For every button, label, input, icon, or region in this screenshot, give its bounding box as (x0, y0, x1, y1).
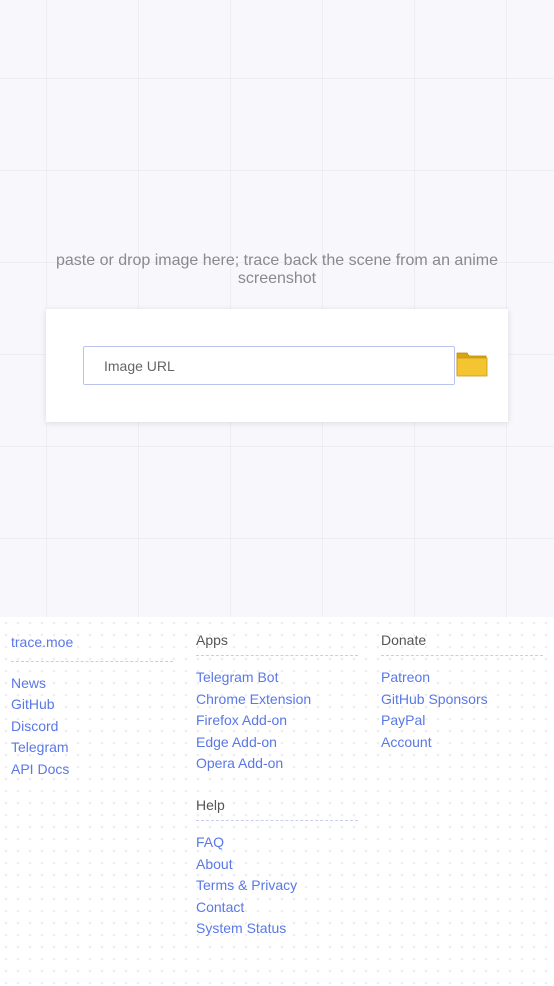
footer-link-api-docs[interactable]: API Docs (11, 759, 173, 781)
search-card (46, 309, 508, 422)
footer-link-firefox-addon[interactable]: Firefox Add-on (196, 710, 358, 732)
footer-column-donate: Donate Patreon GitHub Sponsors PayPal Ac… (381, 632, 543, 753)
footer-link-telegram-bot[interactable]: Telegram Bot (196, 667, 358, 689)
site-footer: trace.moe News GitHub Discord Telegram A… (0, 617, 554, 986)
footer-link-opera-addon[interactable]: Opera Add-on (196, 753, 358, 775)
footer-link-chrome-extension[interactable]: Chrome Extension (196, 689, 358, 711)
footer-link-faq[interactable]: FAQ (196, 832, 358, 854)
donate-heading: Donate (381, 632, 543, 656)
footer-link-account[interactable]: Account (381, 732, 543, 754)
footer-link-about[interactable]: About (196, 854, 358, 876)
footer-link-paypal[interactable]: PayPal (381, 710, 543, 732)
footer-link-telegram[interactable]: Telegram (11, 737, 173, 759)
footer-column-apps: Apps Telegram Bot Chrome Extension Firef… (196, 632, 358, 775)
footer-link-github[interactable]: GitHub (11, 694, 173, 716)
footer-link-edge-addon[interactable]: Edge Add-on (196, 732, 358, 754)
help-heading: Help (196, 797, 358, 821)
page: paste or drop image here; trace back the… (0, 0, 554, 986)
apps-heading: Apps (196, 632, 358, 656)
tagline: paste or drop image here; trace back the… (55, 252, 498, 287)
footer-link-news[interactable]: News (11, 673, 173, 695)
footer-link-system-status[interactable]: System Status (196, 918, 358, 940)
footer-link-discord[interactable]: Discord (11, 716, 173, 738)
drop-zone[interactable]: paste or drop image here; trace back the… (0, 0, 554, 617)
footer-link-patreon[interactable]: Patreon (381, 667, 543, 689)
image-url-input[interactable] (83, 346, 455, 385)
footer-column-site: trace.moe News GitHub Discord Telegram A… (11, 632, 173, 781)
site-home-link[interactable]: trace.moe (11, 632, 173, 662)
footer-link-github-sponsors[interactable]: GitHub Sponsors (381, 689, 543, 711)
footer-link-terms-privacy[interactable]: Terms & Privacy (196, 875, 358, 897)
folder-icon[interactable] (456, 348, 488, 378)
footer-column-help: Help FAQ About Terms & Privacy Contact S… (196, 797, 358, 940)
footer-link-contact[interactable]: Contact (196, 897, 358, 919)
